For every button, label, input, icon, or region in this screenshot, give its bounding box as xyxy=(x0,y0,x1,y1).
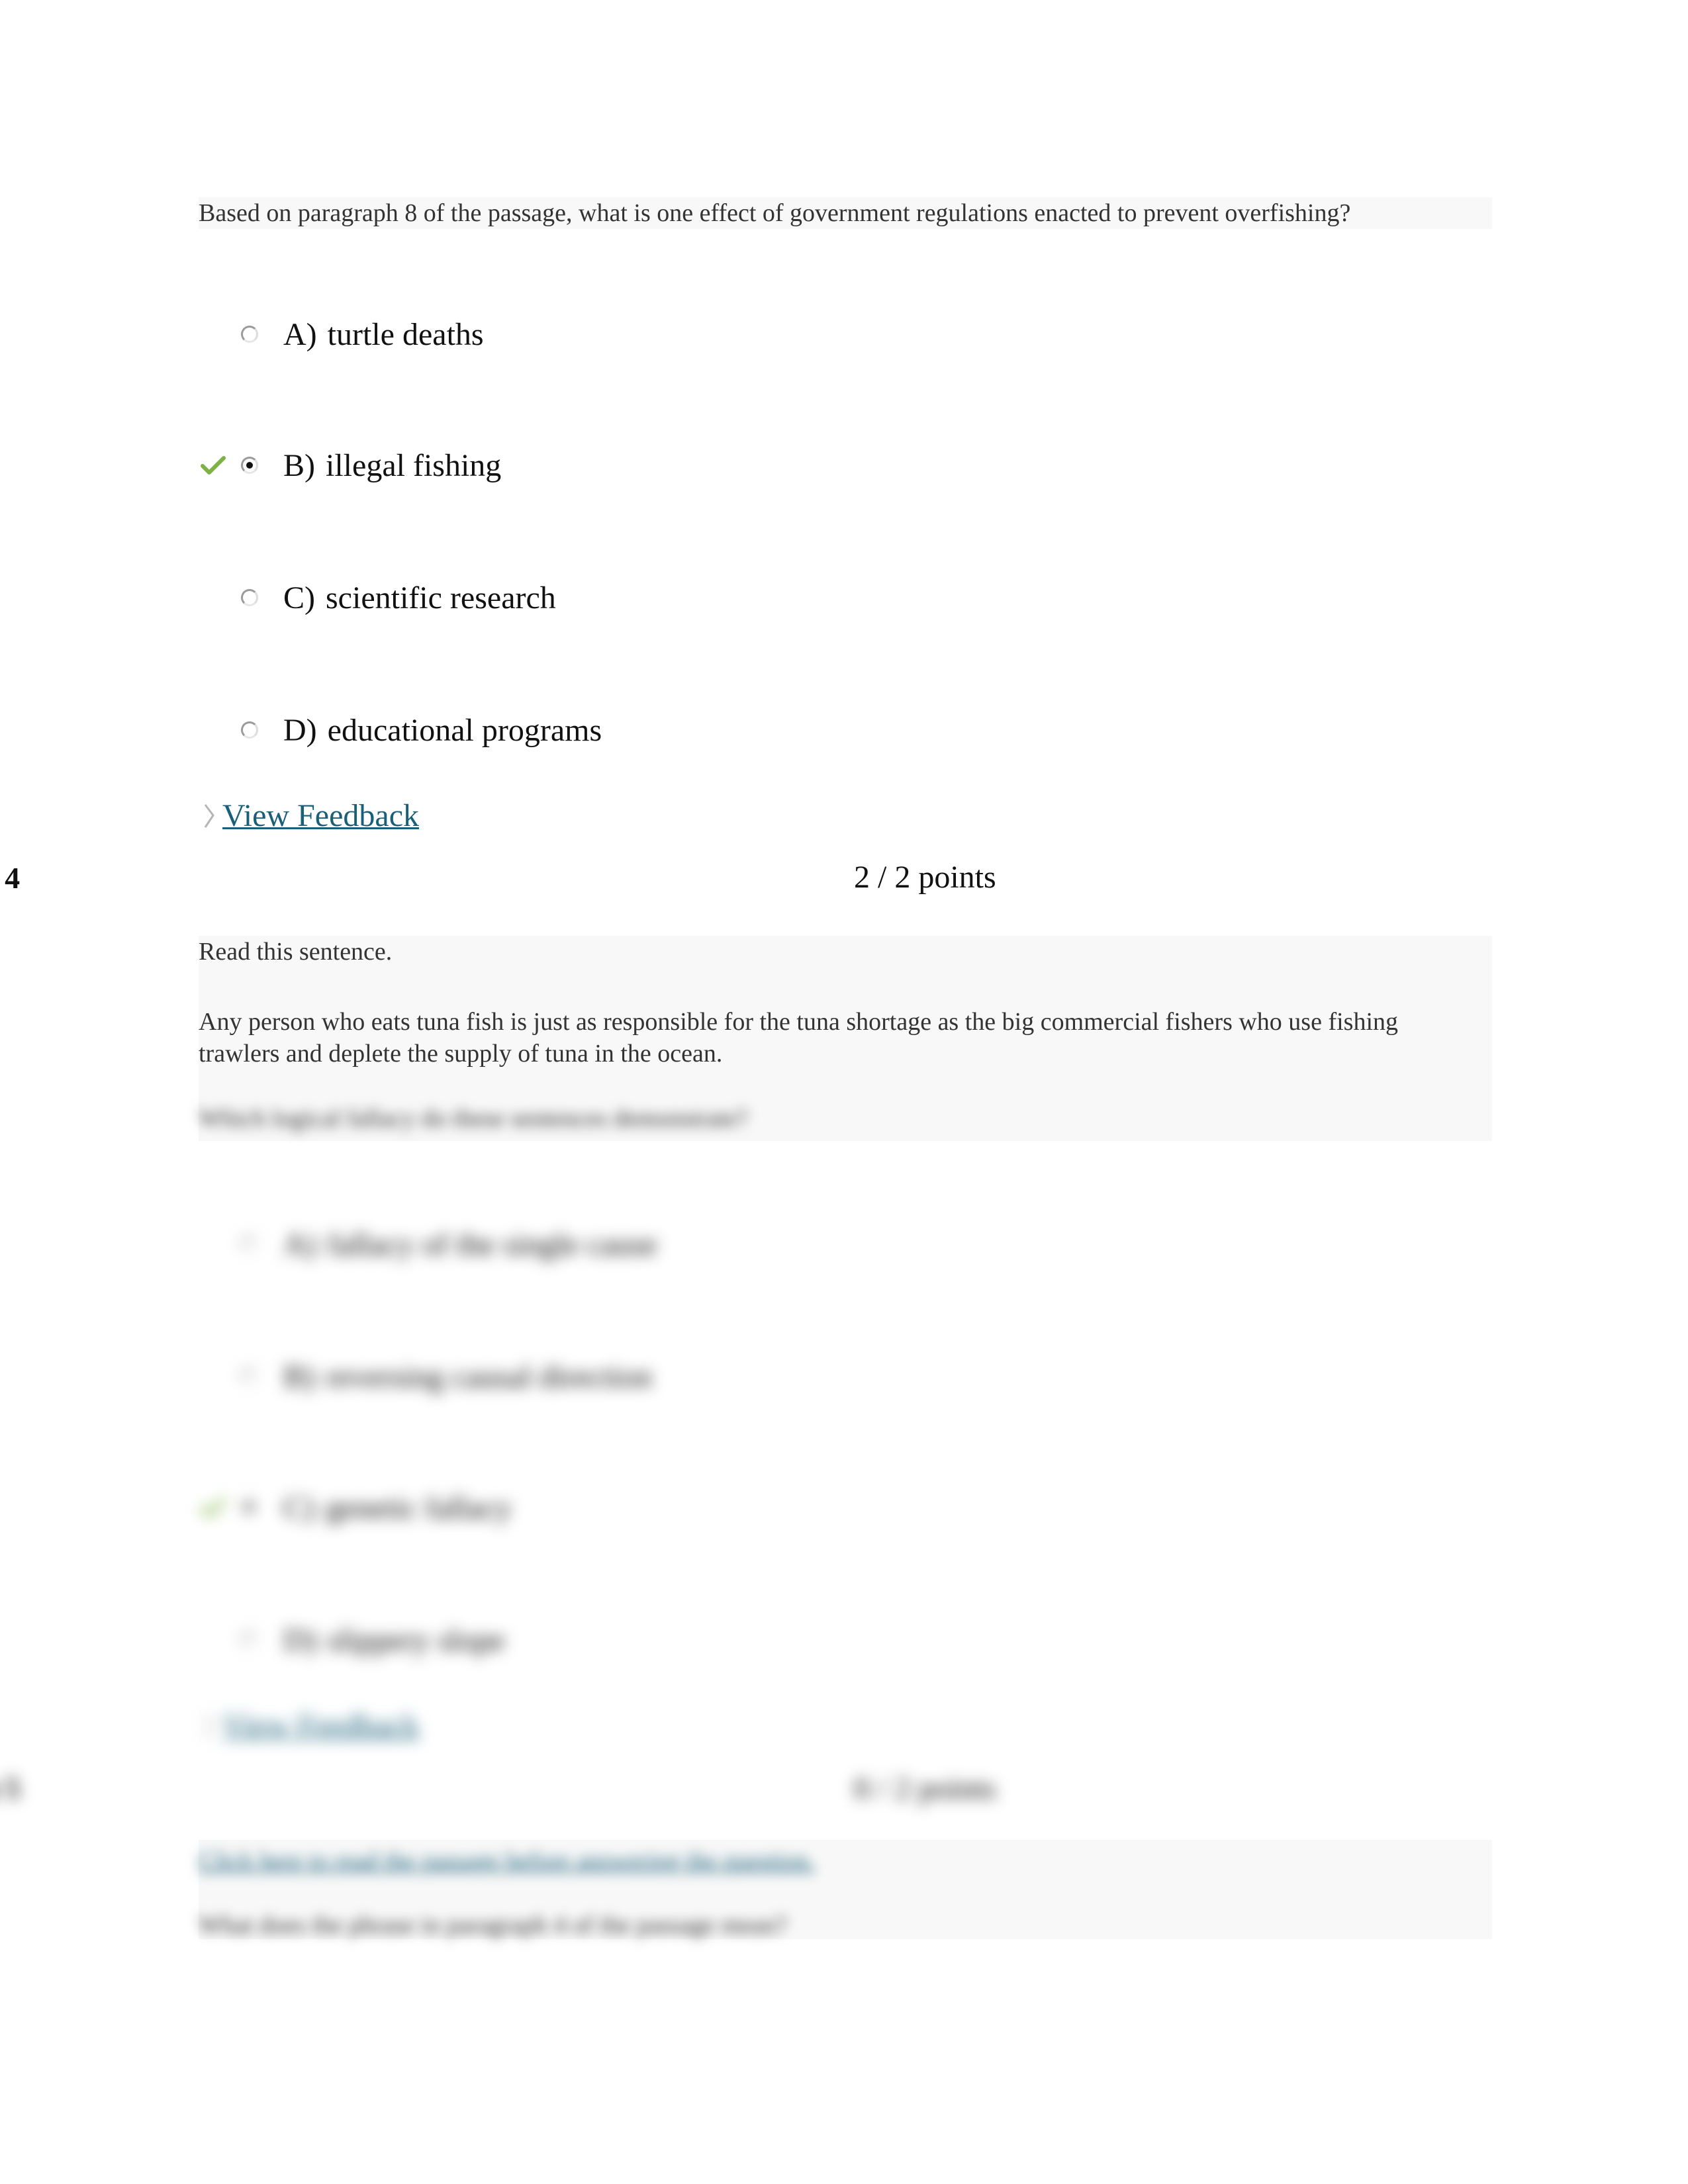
answer-option-b[interactable]: B) reversing causal direction xyxy=(199,1353,652,1400)
radio-button-a[interactable] xyxy=(241,1236,258,1253)
option-label: slippery slope xyxy=(327,1622,505,1658)
option-label: scientific research xyxy=(326,580,556,615)
view-feedback-toggle[interactable]: View Feedback xyxy=(199,1707,419,1744)
check-placeholder xyxy=(199,1627,228,1653)
question-5-prompt-box: Click here to read the passage before an… xyxy=(199,1840,1492,1939)
option-letter: B) xyxy=(283,1359,315,1394)
option-letter: D) xyxy=(283,712,317,748)
answer-option-b[interactable]: B) illegal fishing xyxy=(199,442,501,488)
option-letter: C) xyxy=(283,580,315,615)
check-placeholder xyxy=(199,1231,228,1257)
option-label: turtle deaths xyxy=(327,316,484,352)
answer-option-a[interactable]: A) turtle deaths xyxy=(199,311,484,357)
passage-link[interactable]: Click here to read the passage before an… xyxy=(199,1845,815,1877)
check-placeholder xyxy=(199,717,228,743)
option-label: illegal fishing xyxy=(326,447,502,483)
option-label: genetic fallacy xyxy=(326,1490,512,1525)
question-4-points: 2 / 2 points xyxy=(854,860,996,895)
option-letter: A) xyxy=(283,1226,317,1262)
answer-option-a[interactable]: A) fallacy of the single cause xyxy=(199,1221,657,1267)
correct-checkmark-icon xyxy=(199,452,228,478)
radio-button-d[interactable] xyxy=(241,1631,258,1649)
question-4-sentence: Any person who eats tuna fish is just as… xyxy=(199,1008,1399,1068)
radio-button-b[interactable] xyxy=(241,1368,258,1385)
check-placeholder xyxy=(199,584,228,611)
check-placeholder xyxy=(199,321,228,347)
answer-option-d[interactable]: D) slippery slope xyxy=(199,1617,505,1663)
view-feedback-link[interactable]: View Feedback xyxy=(222,1707,419,1744)
question-4-prompt-box: Read this sentence. Any person who eats … xyxy=(199,936,1492,1141)
radio-button-c[interactable] xyxy=(241,589,258,606)
answer-option-c[interactable]: C) genetic fallacy xyxy=(199,1484,512,1531)
radio-button-a[interactable] xyxy=(241,326,258,343)
question-4-number: n 4 xyxy=(0,861,21,895)
radio-button-d[interactable] xyxy=(241,721,258,739)
question-3-prompt: Based on paragraph 8 of the passage, wha… xyxy=(199,199,1351,227)
option-letter: D) xyxy=(283,1622,317,1658)
question-5-prompt: What does the phrase in paragraph 4 of t… xyxy=(199,1911,787,1939)
answer-option-c[interactable]: C) scientific research xyxy=(199,574,556,621)
option-letter: B) xyxy=(283,447,315,483)
chevron-right-icon xyxy=(204,1713,214,1738)
view-feedback-toggle[interactable]: View Feedback xyxy=(199,797,419,834)
question-4-intro: Read this sentence. xyxy=(199,938,393,966)
option-letter: C) xyxy=(283,1490,315,1525)
option-label: reversing causal direction xyxy=(326,1359,653,1394)
view-feedback-link[interactable]: View Feedback xyxy=(222,797,419,834)
answer-option-d[interactable]: D) educational programs xyxy=(199,707,602,753)
radio-button-c[interactable] xyxy=(241,1499,258,1516)
check-placeholder xyxy=(199,1363,228,1390)
option-label: fallacy of the single cause xyxy=(327,1226,658,1262)
question-5-number: n 5 xyxy=(0,1771,21,1805)
chevron-right-icon xyxy=(204,803,214,828)
correct-checkmark-icon xyxy=(199,1494,228,1521)
option-label: educational programs xyxy=(327,712,602,748)
question-3-prompt-box: Based on paragraph 8 of the passage, wha… xyxy=(199,197,1492,229)
question-4-prompt: Which logical fallacy do these sentences… xyxy=(199,1105,748,1132)
radio-button-b[interactable] xyxy=(241,457,258,474)
option-letter: A) xyxy=(283,316,317,352)
question-5-points: 0 / 2 points xyxy=(854,1771,996,1806)
